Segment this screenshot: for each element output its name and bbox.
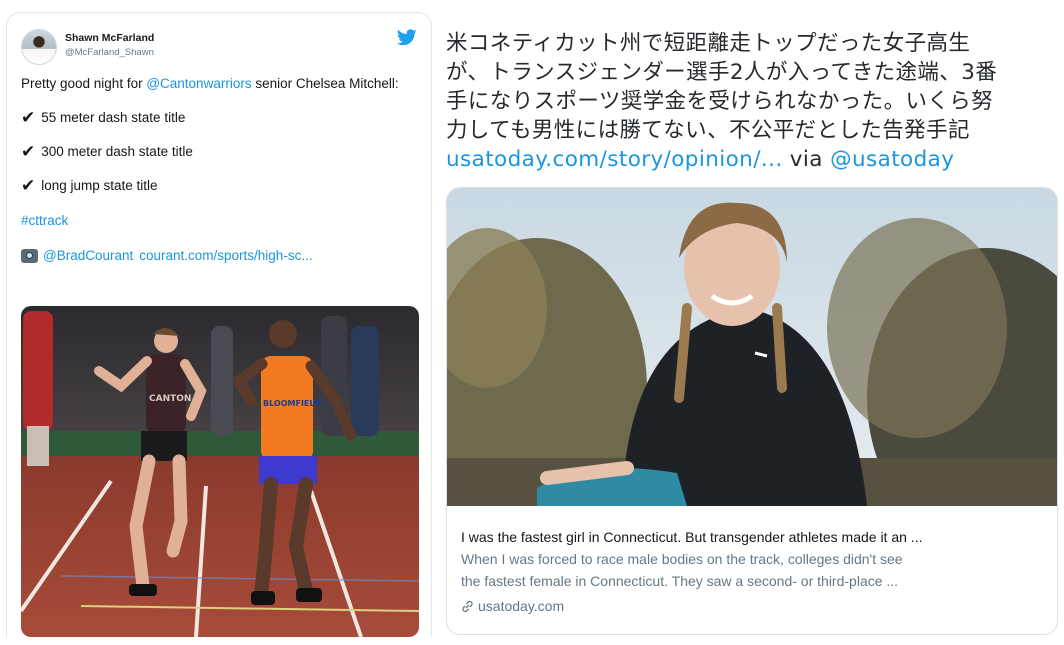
check-mark-icon: ✔ bbox=[21, 176, 36, 195]
tweet-header: Shawn McFarland @McFarland_Shawn bbox=[21, 29, 417, 69]
article-link-card[interactable]: I was the fastest girl in Connecticut. B… bbox=[446, 187, 1058, 635]
photo-link[interactable]: courant.com/sports/high-sc... bbox=[139, 247, 312, 264]
article-description-line: When I was forced to race male bodies on… bbox=[461, 551, 903, 567]
mention-usatoday[interactable]: @usatoday bbox=[830, 147, 954, 172]
intro-prefix: Pretty good night for bbox=[21, 76, 147, 91]
user-handle[interactable]: @McFarland_Shawn bbox=[65, 47, 154, 58]
left-tweet-card: Shawn McFarland @McFarland_Shawn Pretty … bbox=[6, 12, 432, 637]
camera-icon bbox=[21, 248, 38, 263]
photo-credit-line: @BradCourant courant.com/sports/high-sc.… bbox=[21, 247, 417, 264]
check-mark-icon: ✔ bbox=[21, 108, 36, 127]
tweet-text-line: が、トランスジェンダー選手2人が入ってきた途端、3番 bbox=[446, 60, 998, 85]
japanese-tweet-text: 米コネティカット州で短距離走トップだった女子高生 が、トランスジェンダー選手2人… bbox=[446, 29, 1056, 174]
mention-cantonwarriors[interactable]: @Cantonwarriors bbox=[146, 76, 251, 91]
track-race-photo[interactable]: CANTON BLOOMFIELD bbox=[21, 306, 419, 637]
article-hero-image bbox=[447, 188, 1057, 506]
article-url-link[interactable]: usatoday.com/story/opinion/... bbox=[446, 147, 783, 172]
tweet-text-line: 力しても男性には勝てない、不公平だとした告発手記 bbox=[446, 118, 970, 143]
achievement-label: 55 meter dash state title bbox=[41, 110, 186, 125]
display-name[interactable]: Shawn McFarland bbox=[65, 32, 154, 44]
intro-suffix: senior Chelsea Mitchell: bbox=[251, 76, 399, 91]
tweet-text-line: 米コネティカット州で短距離走トップだった女子高生 bbox=[446, 31, 971, 56]
article-domain-label: usatoday.com bbox=[478, 598, 565, 614]
twitter-bird-icon[interactable] bbox=[397, 29, 417, 46]
tweet-link-line: usatoday.com/story/opinion/... via @usat… bbox=[446, 145, 1056, 174]
achievement-item: ✔ long jump state title bbox=[21, 177, 417, 194]
tweet-intro: Pretty good night for @Cantonwarriors se… bbox=[21, 75, 417, 92]
check-mark-icon: ✔ bbox=[21, 142, 36, 161]
via-label: via bbox=[789, 147, 823, 172]
article-description-line: the fastest female in Connecticut. They … bbox=[461, 573, 899, 589]
jersey-bloomfield-label: BLOOMFIELD bbox=[263, 399, 321, 408]
article-domain: usatoday.com bbox=[461, 595, 1045, 617]
track-photo-illustration: CANTON BLOOMFIELD bbox=[21, 306, 419, 637]
article-card-text: I was the fastest girl in Connecticut. B… bbox=[461, 526, 1045, 617]
achievement-label: long jump state title bbox=[41, 178, 158, 193]
achievement-label: 300 meter dash state title bbox=[41, 144, 193, 159]
achievement-item: ✔ 55 meter dash state title bbox=[21, 109, 417, 126]
link-icon bbox=[462, 600, 473, 612]
hashtag-cttrack[interactable]: #cttrack bbox=[21, 212, 417, 229]
tweet-text-line: 手になりスポーツ奨学金を受けられなかった。いくら努 bbox=[446, 89, 994, 114]
tweet-body: Pretty good night for @Cantonwarriors se… bbox=[21, 75, 417, 264]
article-title: I was the fastest girl in Connecticut. B… bbox=[461, 529, 923, 545]
avatar[interactable] bbox=[21, 29, 57, 65]
jersey-canton-label: CANTON bbox=[149, 394, 191, 404]
achievement-item: ✔ 300 meter dash state title bbox=[21, 143, 417, 160]
photo-credit-mention[interactable]: @BradCourant bbox=[43, 247, 133, 264]
